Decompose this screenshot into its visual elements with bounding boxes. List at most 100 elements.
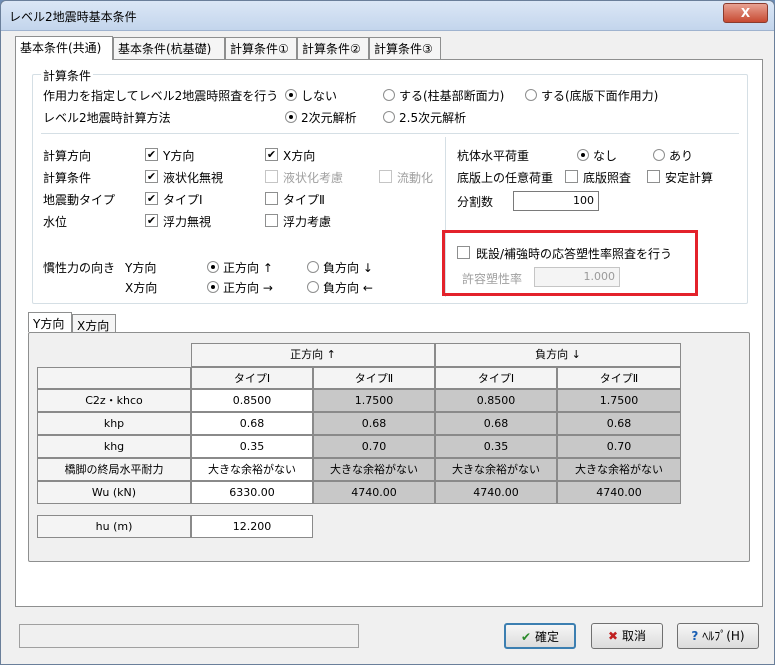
chk-type-2-label: タイプⅡ: [283, 193, 325, 207]
hu-input[interactable]: 12.200: [191, 515, 313, 538]
subheader-pos-type1: タイプⅠ: [191, 367, 313, 389]
chk-type-2[interactable]: [265, 192, 278, 205]
inertia-label: 慣性力の向き: [43, 261, 116, 275]
cell-khg-pos-t2: 0.70: [313, 435, 435, 458]
radio-pile-none-label: なし: [593, 149, 618, 163]
radio-column-base[interactable]: [383, 89, 395, 101]
divisions-input[interactable]: 100: [513, 191, 599, 211]
radio-y-positive[interactable]: [207, 261, 219, 273]
water-label: 水位: [43, 215, 68, 229]
dialog-window: レベル2地震時基本条件 X 基本条件(共通) 基本条件(杭基礎) 計算条件① 計…: [0, 0, 775, 665]
header-positive: 正方向 ↑: [191, 343, 435, 367]
radio-base-bottom[interactable]: [525, 89, 537, 101]
radio-x-negative[interactable]: [307, 281, 319, 293]
chk-y-direction[interactable]: ✔: [145, 148, 158, 161]
inertia-x-label: X方向: [125, 281, 158, 295]
chk-ignore-liquefaction-label: 液状化無視: [163, 171, 224, 185]
cancel-label: 取消: [621, 629, 646, 643]
chk-ignore-liquefaction[interactable]: ✔: [145, 170, 158, 183]
row-label-wu: Wu (kN): [37, 481, 191, 504]
cell-khp-neg-t2: 0.68: [557, 412, 681, 435]
tab-y-direction[interactable]: Y方向: [28, 312, 72, 332]
radio-25d-label: 2.5次元解析: [399, 111, 467, 125]
confirm-button[interactable]: ✔ 確定: [504, 623, 576, 649]
cell-capacity-pos-t1[interactable]: 大きな余裕がない: [191, 458, 313, 481]
cell-wu-pos-t2: 4740.00: [313, 481, 435, 504]
radio-y-negative[interactable]: [307, 261, 319, 273]
chk-consider-buoyancy-label: 浮力考慮: [283, 215, 332, 229]
row-label-c2z: C2z・khco: [37, 389, 191, 412]
radio-x-positive-label: 正方向 →: [223, 281, 273, 295]
eq-type-label: 地震動タイプ: [43, 193, 116, 207]
cell-wu-neg-t1: 4740.00: [435, 481, 557, 504]
radio-pile-yes[interactable]: [653, 149, 665, 161]
cell-khg-pos-t1[interactable]: 0.35: [191, 435, 313, 458]
radio-25d[interactable]: [383, 111, 395, 123]
cell-khg-neg-t1: 0.35: [435, 435, 557, 458]
radio-pile-none[interactable]: [577, 149, 589, 161]
inertia-y-label: Y方向: [125, 261, 157, 275]
check-icon: ✔: [521, 630, 532, 644]
row2-label: レベル2地震時計算方法: [43, 111, 171, 125]
tab-basic-pile[interactable]: 基本条件(杭基礎): [113, 37, 225, 59]
chk-ignore-buoyancy-label: 浮力無視: [163, 215, 212, 229]
base-load-label: 底版上の任意荷重: [457, 171, 554, 185]
chk-stability[interactable]: [647, 170, 660, 183]
chk-type-1[interactable]: ✔: [145, 192, 158, 205]
tab-calc-1[interactable]: 計算条件①: [225, 37, 297, 59]
divisions-label: 分割数: [457, 195, 494, 209]
chk-type-1-label: タイプⅠ: [163, 193, 203, 207]
chk-base-check-label: 底版照査: [583, 171, 632, 185]
header-negative: 負方向 ↓: [435, 343, 681, 367]
cell-wu-pos-t1[interactable]: 6330.00: [191, 481, 313, 504]
cell-khp-pos-t1[interactable]: 0.68: [191, 412, 313, 435]
tab-panel: 計算条件 作用力を指定してレベル2地震時照査を行う しない する(柱基部断面力)…: [15, 59, 763, 607]
subheader-pos-type2: タイプⅡ: [313, 367, 435, 389]
chk-x-direction[interactable]: ✔: [265, 148, 278, 161]
radio-none-label: しない: [301, 89, 338, 103]
cell-khp-neg-t1: 0.68: [435, 412, 557, 435]
calc-condition-label: 計算条件: [43, 171, 92, 185]
confirm-label: 確定: [534, 630, 559, 644]
cell-capacity-neg-t2: 大きな余裕がない: [557, 458, 681, 481]
cell-c2z-pos-t2: 1.7500: [313, 389, 435, 412]
subheader-neg-type1: タイプⅠ: [435, 367, 557, 389]
calc-direction-label: 計算方向: [43, 149, 92, 163]
chk-existing-check[interactable]: [457, 246, 470, 259]
subheader-neg-type2: タイプⅡ: [557, 367, 681, 389]
close-button[interactable]: X: [723, 3, 768, 23]
row-label-khp: khp: [37, 412, 191, 435]
tab-basic-common[interactable]: 基本条件(共通): [15, 36, 113, 60]
chk-x-direction-label: X方向: [283, 149, 316, 163]
hu-label: hu (m): [37, 515, 191, 538]
chk-ignore-buoyancy[interactable]: ✔: [145, 214, 158, 227]
pile-horizontal-label: 杭体水平荷重: [457, 149, 530, 163]
cancel-button[interactable]: ✖ 取消: [591, 623, 663, 649]
radio-2d[interactable]: [285, 111, 297, 123]
tab-calc-2[interactable]: 計算条件②: [297, 37, 369, 59]
chk-stability-label: 安定計算: [665, 171, 714, 185]
radio-y-positive-label: 正方向 ↑: [223, 261, 273, 275]
chk-consider-buoyancy[interactable]: [265, 214, 278, 227]
chk-consider-liquefaction[interactable]: [265, 170, 278, 183]
radio-x-positive[interactable]: [207, 281, 219, 293]
tab-x-direction[interactable]: X方向: [72, 314, 116, 333]
allowable-ratio-input[interactable]: 1.000: [534, 267, 620, 287]
cell-c2z-pos-t1[interactable]: 0.8500: [191, 389, 313, 412]
radio-pile-yes-label: あり: [669, 149, 694, 163]
tab-calc-3[interactable]: 計算条件③: [369, 37, 441, 59]
chk-flow[interactable]: [379, 170, 392, 183]
allowable-ratio-label: 許容塑性率: [462, 272, 523, 286]
radio-y-negative-label: 負方向 ↓: [323, 261, 373, 275]
radio-2d-label: 2次元解析: [301, 111, 357, 125]
radio-none[interactable]: [285, 89, 297, 101]
help-button[interactable]: ? ﾍﾙﾌﾟ(H): [677, 623, 759, 649]
cell-c2z-neg-t2: 1.7500: [557, 389, 681, 412]
divider: [41, 133, 739, 134]
cell-khg-neg-t2: 0.70: [557, 435, 681, 458]
cell-capacity-neg-t1: 大きな余裕がない: [435, 458, 557, 481]
chk-consider-liquefaction-label: 液状化考慮: [283, 171, 344, 185]
chk-base-check[interactable]: [565, 170, 578, 183]
row-label-khg: khg: [37, 435, 191, 458]
cell-khp-pos-t2: 0.68: [313, 412, 435, 435]
